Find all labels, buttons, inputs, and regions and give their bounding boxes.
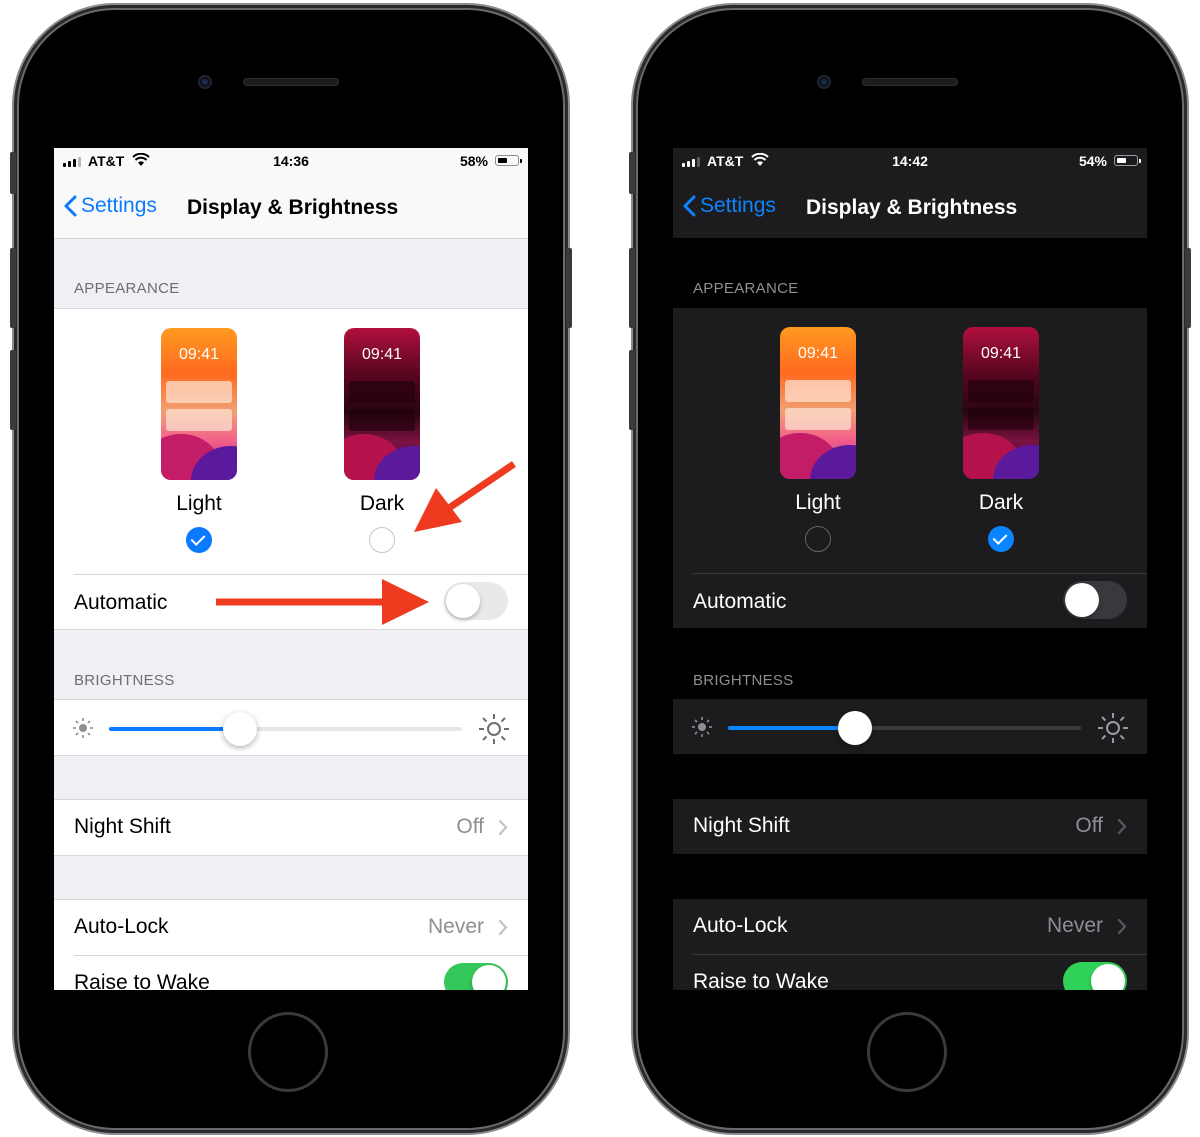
dark-option-checkmark[interactable]: [988, 526, 1014, 552]
appearance-group: 09:41 09:41 Light Dark Automatic: [673, 308, 1147, 628]
preview-notification: [785, 380, 851, 402]
iphone-light-mode: AT&T 14:36 58% Settings Display & Bright…: [10, 10, 572, 1128]
battery-percent: 54%: [1078, 153, 1107, 169]
status-bar: AT&T 14:42 54%: [673, 148, 1147, 172]
night-shift-label: Night Shift: [693, 814, 790, 837]
auto-lock-value[interactable]: Never: [1047, 914, 1103, 938]
arrow-to-dark-option: [414, 461, 516, 532]
iphone-dark-mode: AT&T 14:42 54% Settings Display & Bright…: [629, 10, 1191, 1128]
auto-lock-label[interactable]: Auto-Lock: [693, 914, 788, 938]
lock-group: Auto-Lock Never Raise to Wake: [673, 899, 1147, 990]
status-time: 14:42: [892, 153, 928, 169]
preview-clock: 09:41: [797, 345, 839, 362]
mute-switch: [629, 152, 635, 194]
page-title: Display & Brightness: [806, 196, 1018, 219]
back-button-label: Settings: [700, 194, 776, 217]
settings-screen: AT&T 14:42 54% Settings Display & Bright…: [673, 148, 1147, 990]
volume-down-button: [629, 350, 635, 430]
brightness-group: [673, 699, 1147, 754]
preview-notification: [968, 408, 1034, 430]
annotation-arrows: [216, 461, 516, 625]
sun-small-icon: [692, 717, 712, 737]
automatic-toggle[interactable]: [1063, 581, 1127, 619]
volume-down-button: [10, 350, 16, 430]
section-header-appearance: APPEARANCE: [693, 280, 799, 297]
navigation-bar: Settings Display & Brightness: [673, 172, 1147, 238]
brightness-slider-fill: [728, 726, 856, 730]
arrow-to-automatic-toggle: [216, 579, 429, 625]
brightness-slider-thumb[interactable]: [838, 711, 873, 745]
automatic-label: Automatic: [693, 590, 787, 613]
home-button[interactable]: [248, 1012, 328, 1092]
chevron-left-icon: [683, 195, 696, 217]
back-button[interactable]: Settings: [683, 194, 776, 218]
sun-large-icon: [1098, 713, 1128, 743]
light-option-radio[interactable]: [805, 526, 831, 552]
night-shift-row[interactable]: Night Shift Off: [673, 799, 1147, 854]
raise-to-wake-label: Raise to Wake: [693, 970, 829, 990]
settings-screen: AT&T 14:36 58% Settings Display & Bright…: [54, 148, 528, 990]
volume-up-button: [629, 248, 635, 328]
section-header-brightness: BRIGHTNESS: [693, 672, 794, 689]
raise-to-wake-toggle[interactable]: [1063, 962, 1127, 990]
chevron-right-icon: [1117, 818, 1127, 835]
preview-notification: [968, 380, 1034, 402]
preview-notification: [785, 408, 851, 430]
volume-up-button: [10, 248, 16, 328]
mute-switch: [10, 152, 16, 194]
separator: [693, 954, 1147, 955]
light-appearance-preview[interactable]: 09:41: [780, 327, 856, 479]
light-option-label: Light: [795, 491, 841, 514]
earpiece-speaker: [862, 78, 958, 86]
front-camera: [817, 75, 831, 89]
home-button[interactable]: [867, 1012, 947, 1092]
separator: [693, 573, 1147, 574]
dark-appearance-preview[interactable]: 09:41: [963, 327, 1039, 479]
front-camera: [198, 75, 212, 89]
power-button: [566, 248, 572, 328]
power-button: [1185, 248, 1191, 328]
night-shift-value: Off: [1075, 814, 1103, 837]
battery-icon: [1114, 155, 1141, 166]
earpiece-speaker: [243, 78, 339, 86]
preview-clock: 09:41: [980, 345, 1022, 362]
dark-option-label: Dark: [978, 491, 1024, 514]
brightness-slider[interactable]: [728, 711, 1081, 745]
chevron-right-icon: [1117, 918, 1127, 935]
